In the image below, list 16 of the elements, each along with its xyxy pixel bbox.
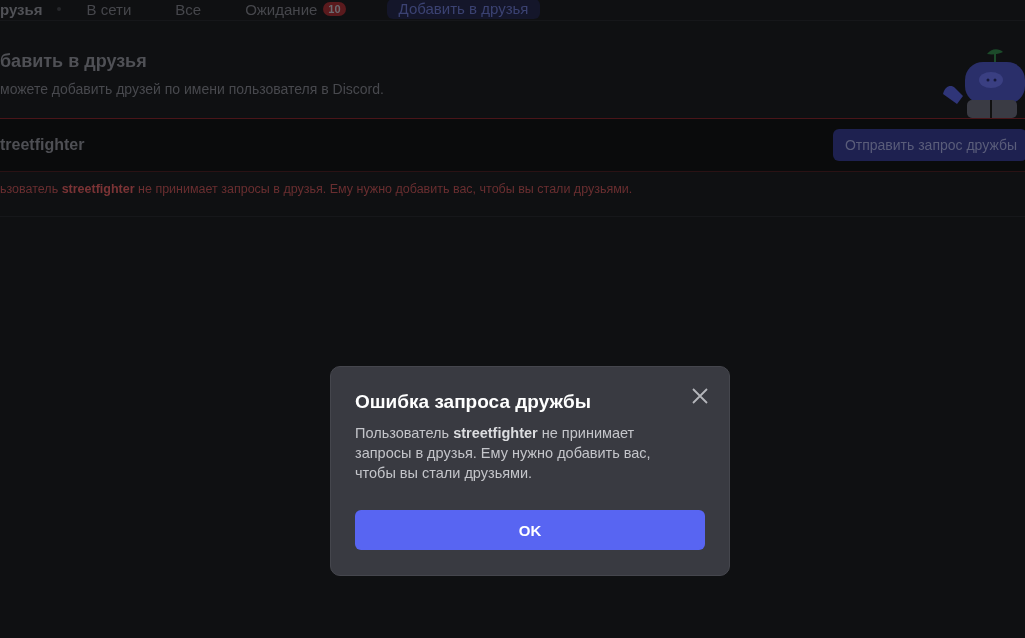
username-input[interactable]: treetfighter xyxy=(0,136,85,154)
count-badge: 10 xyxy=(323,2,346,16)
dialog-message: Пользователь streetfighter не принимает запросы в друзья. Ему нужно добавить вас, чтобы вы стали друзьями. xyxy=(355,424,652,483)
close-icon xyxy=(691,387,709,405)
tab[interactable]: Ожидание 10 xyxy=(245,0,346,18)
tab[interactable]: В сети xyxy=(86,0,132,18)
ok-button[interactable]: OK xyxy=(355,510,705,550)
send-request-button[interactable]: Отправить запрос дружбы xyxy=(832,129,1025,161)
section-subtitle: можете добавить друзей по имени пользователя в Discord. xyxy=(0,81,384,97)
add-friend-tab[interactable]: Добавить в друзья xyxy=(386,0,541,19)
error-message: ьзователь streetfighter не принимает запросы в друзья. Ему нужно добавить вас, чтобы вы стали друзьями. xyxy=(0,172,1025,217)
close-button[interactable] xyxy=(691,387,709,405)
page-title: рузья xyxy=(0,0,44,18)
tab[interactable]: Все xyxy=(175,0,202,18)
section-heading: бавить в друзья xyxy=(0,51,148,72)
dialog-title: Ошибка запроса дружбы xyxy=(355,391,592,413)
